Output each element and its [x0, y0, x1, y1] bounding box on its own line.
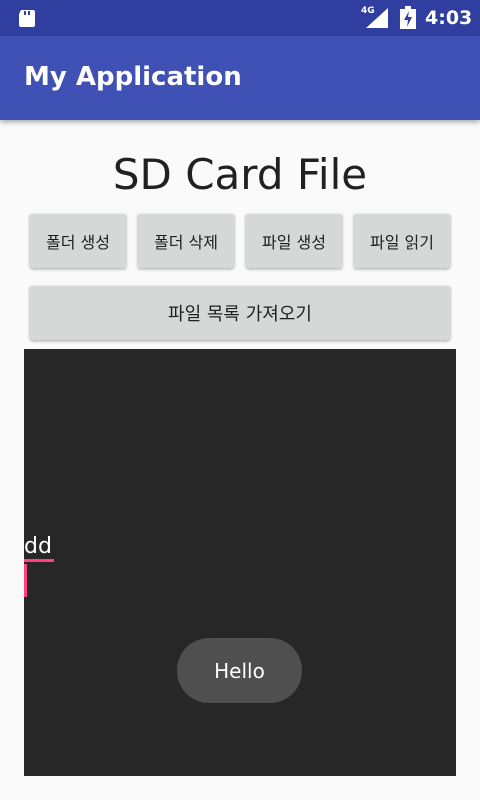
create-folder-button[interactable]: 폴더 생성 [30, 214, 126, 268]
file-content-panel[interactable]: dd [24, 349, 456, 776]
app-title: My Application [24, 62, 242, 92]
page-title: SD Card File [112, 150, 368, 199]
status-bar: 4G 4:03 [0, 0, 480, 36]
sd-card-icon [19, 10, 35, 27]
input-underline [24, 559, 54, 562]
file-content-input[interactable]: dd [24, 534, 52, 559]
signal-icon [366, 8, 388, 28]
app-bar: My Application [0, 36, 480, 120]
delete-folder-button[interactable]: 폴더 삭제 [138, 214, 234, 268]
get-file-list-button[interactable]: 파일 목록 가져오기 [30, 286, 450, 340]
clock: 4:03 [425, 7, 473, 29]
toast-message: Hello [177, 638, 302, 703]
read-file-button[interactable]: 파일 읽기 [354, 214, 450, 268]
create-file-button[interactable]: 파일 생성 [246, 214, 342, 268]
battery-charging-icon [400, 6, 416, 29]
text-cursor [24, 564, 27, 597]
